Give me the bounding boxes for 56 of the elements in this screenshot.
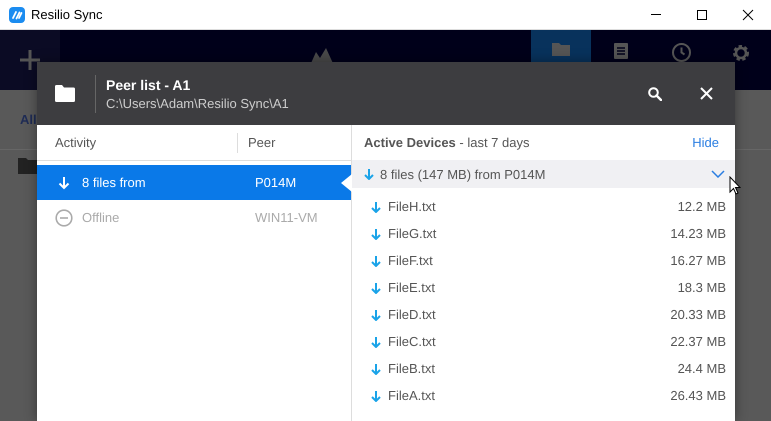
file-name: FileC.txt <box>388 334 437 349</box>
file-name: FileA.txt <box>388 388 436 403</box>
folder-path: C:\Users\Adam\Resilio Sync\A1 <box>106 96 290 110</box>
settings-icon <box>731 43 751 63</box>
close-icon <box>742 8 754 20</box>
dialog-title: Peer list - A1 <box>106 76 192 92</box>
download-arrow-icon <box>371 390 381 402</box>
app-logo-icon <box>9 6 25 22</box>
file-name: FileG.txt <box>388 226 438 241</box>
column-header: Activity <box>54 135 98 150</box>
file-size: 18.3 MB <box>678 280 726 295</box>
activity-text: Offline <box>82 210 120 225</box>
file-name: FileF.txt <box>388 253 434 268</box>
chevron-icon[interactable] <box>711 170 725 178</box>
folder-icon <box>55 85 75 102</box>
file-size: 22.37 MB <box>670 334 726 349</box>
download-arrow-icon <box>371 282 381 294</box>
file-name: FileH.txt <box>388 199 437 214</box>
download-arrow-icon <box>364 168 374 180</box>
file-name: FileE.txt <box>388 280 436 295</box>
download-arrow-icon <box>371 336 381 348</box>
offline-icon <box>55 208 73 226</box>
maximize-icon <box>696 8 708 20</box>
clock-icon <box>672 43 690 62</box>
download-arrow-icon <box>371 200 381 212</box>
list-icon <box>614 43 628 59</box>
activity-text: 8 files from <box>82 175 147 190</box>
file-name: FileB.txt <box>388 361 436 376</box>
transfer-summary: 8 files (147 MB) from P014M <box>380 166 546 182</box>
file-size: 14.23 MB <box>670 226 726 241</box>
download-arrow-icon <box>371 254 381 266</box>
plus-icon <box>18 48 42 72</box>
file-size: 20.33 MB <box>670 307 726 322</box>
file-name: FileD.txt <box>388 307 437 322</box>
peer-row[interactable]: 8 files from P014M <box>37 165 351 200</box>
window-title: Resilio Sync <box>31 7 104 22</box>
transfer-group-row[interactable]: 8 files (147 MB) from P014M <box>352 160 735 188</box>
column-header: Peer <box>247 135 276 150</box>
file-size: 12.2 MB <box>678 199 726 214</box>
download-arrow-icon <box>371 362 381 374</box>
file-size: 24.4 MB <box>678 361 726 376</box>
peer-name: WIN11-VM <box>255 210 318 225</box>
folder-icon <box>552 43 570 56</box>
download-arrow-icon <box>371 308 381 320</box>
folder-icon <box>18 158 38 174</box>
peer-name: P014M <box>255 175 296 190</box>
download-arrow-icon <box>371 228 381 240</box>
minimize-icon <box>651 14 661 15</box>
download-arrow-icon <box>58 176 70 190</box>
file-size: 26.43 MB <box>670 388 726 403</box>
search-icon <box>648 86 662 100</box>
hide-link[interactable]: Hide <box>692 135 719 150</box>
close-icon <box>700 87 713 100</box>
section-title: Active Devices - last 7 days <box>364 135 530 150</box>
file-size: 16.27 MB <box>670 253 726 268</box>
peer-row[interactable]: Offline WIN11-VM <box>37 200 351 235</box>
